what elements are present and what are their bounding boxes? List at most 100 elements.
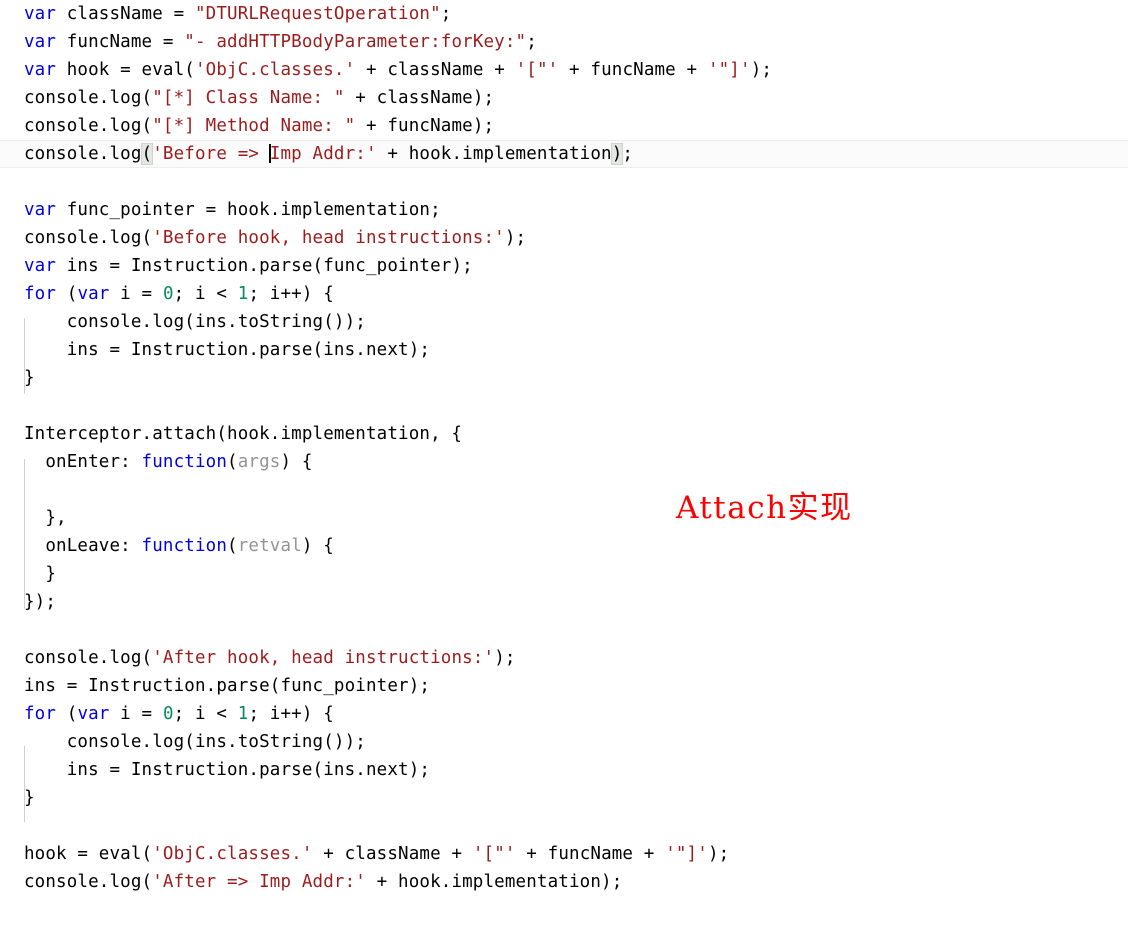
token-plain: + className + [355,60,516,80]
bracket-match-open: ( [140,143,154,165]
token-plain: ( [227,536,238,556]
code-line-28[interactable]: ins = Instruction.parse(ins.next); [0,756,1128,784]
token-plain: } [24,564,57,584]
code-line-27[interactable]: console.log(ins.toString()); [0,728,1128,756]
token-parameter: retval [237,536,302,556]
token-plain: ; i < [173,284,238,304]
token-plain: i = [109,284,163,304]
code-line-21[interactable]: } [0,560,1128,588]
token-plain: console.log [24,144,142,164]
token-string: Imp Addr:' [269,144,377,164]
code-line-3[interactable]: var hook = eval('ObjC.classes.' + classN… [0,56,1128,84]
code-line-32[interactable]: console.log('After => Imp Addr:' + hook.… [0,868,1128,896]
token-string: "[*] Method Name: " [152,116,356,136]
token-plain: + className); [344,88,495,108]
token-plain: ; i++) { [248,704,334,724]
token-string: 'Before => [152,144,270,164]
code-line-13[interactable]: ins = Instruction.parse(ins.next); [0,336,1128,364]
code-line-26[interactable]: for (var i = 0; i < 1; i++) { [0,700,1128,728]
code-editor[interactable]: var className = "DTURLRequestOperation";… [0,0,1128,942]
token-plain: ( [56,284,78,304]
token-plain: + funcName + [515,844,666,864]
code-line-10[interactable]: var ins = Instruction.parse(func_pointer… [0,252,1128,280]
code-line-19[interactable]: }, [0,504,1128,532]
code-line-18-blank[interactable] [0,476,1128,504]
code-line-16[interactable]: Interceptor.attach(hook.implementation, … [0,420,1128,448]
token-plain: }, [24,508,67,528]
token-plain: ); [707,844,730,864]
token-string: 'ObjC.classes.' [194,60,356,80]
token-plain: hook = eval( [24,844,153,864]
token-plain: ) { [280,452,313,472]
token-keyword: function [141,536,228,556]
code-lines[interactable]: var className = "DTURLRequestOperation";… [0,0,1128,942]
token-plain: ); [750,60,773,80]
token-keyword: var [24,60,57,80]
token-plain: } [24,368,35,388]
token-keyword: var [24,4,57,24]
code-line-11[interactable]: for (var i = 0; i < 1; i++) { [0,280,1128,308]
token-plain: ; i++) { [248,284,334,304]
token-plain: console.log( [24,872,153,892]
code-line-23-blank[interactable] [0,616,1128,644]
token-plain: ); [494,648,516,668]
code-line-12[interactable]: console.log(ins.toString()); [0,308,1128,336]
code-line-4[interactable]: console.log("[*] Class Name: " + classNa… [0,84,1128,112]
token-plain: className = [56,4,195,24]
token-keyword: var [24,32,57,52]
code-line-7-blank[interactable] [0,168,1128,196]
code-line-2[interactable]: var funcName = "- addHTTPBodyParameter:f… [0,28,1128,56]
token-plain: console.log( [24,648,153,668]
code-line-20[interactable]: onLeave: function(retval) { [0,532,1128,560]
token-keyword: var [77,704,110,724]
token-string: "[*] Class Name: " [152,88,345,108]
code-line-9[interactable]: console.log('Before hook, head instructi… [0,224,1128,252]
token-keyword: var [24,200,57,220]
token-keyword: var [24,256,57,276]
token-string: "- addHTTPBodyParameter:forKey:" [184,32,527,52]
bracket-match-close: ) [610,143,624,165]
code-line-1[interactable]: var className = "DTURLRequestOperation"; [0,0,1128,28]
code-line-24[interactable]: console.log('After hook, head instructio… [0,644,1128,672]
token-plain: console.log( [24,116,153,136]
token-parameter: args [237,452,281,472]
token-string: '"]' [665,844,708,864]
token-string: 'After => Imp Addr:' [152,872,366,892]
token-number: 1 [237,704,249,724]
token-string: "DTURLRequestOperation" [194,4,441,24]
token-plain: + hook.implementation [376,144,612,164]
code-line-5[interactable]: console.log("[*] Method Name: " + funcNa… [0,112,1128,140]
code-line-17[interactable]: onEnter: function(args) { [0,448,1128,476]
token-plain: ins = Instruction.parse(func_pointer); [56,256,473,276]
code-line-14[interactable]: } [0,364,1128,392]
token-plain: ins = Instruction.parse(func_pointer); [24,676,431,696]
token-plain: i = [109,704,163,724]
code-line-31[interactable]: hook = eval('ObjC.classes.' + className … [0,840,1128,868]
code-line-22[interactable]: }); [0,588,1128,616]
token-plain: + funcName); [355,116,495,136]
token-number: 0 [162,284,174,304]
code-line-30-blank[interactable] [0,812,1128,840]
token-plain: func_pointer = hook.implementation; [56,200,441,220]
code-line-29[interactable]: } [0,784,1128,812]
token-plain: console.log(ins.toString()); [24,312,366,332]
token-string: '["' [472,844,516,864]
code-line-8[interactable]: var func_pointer = hook.implementation; [0,196,1128,224]
token-plain: ; [622,144,634,164]
token-plain: ( [227,452,238,472]
token-number: 0 [162,704,174,724]
token-plain: hook = eval( [56,60,195,80]
token-plain: + funcName + [558,60,708,80]
token-keyword: for [24,704,57,724]
code-line-6-current[interactable]: console.log('Before => Imp Addr:' + hook… [0,140,1128,168]
token-number: 1 [237,284,249,304]
token-plain: + className + [312,844,473,864]
token-plain: onLeave: [24,536,142,556]
token-plain: } [24,788,35,808]
code-line-25[interactable]: ins = Instruction.parse(func_pointer); [0,672,1128,700]
token-string: 'ObjC.classes.' [152,844,313,864]
token-keyword: function [141,452,228,472]
token-plain: ins = Instruction.parse(ins.next); [24,340,431,360]
annotation-attach-implementation: Attach实现 [676,490,853,526]
code-line-15-blank[interactable] [0,392,1128,420]
